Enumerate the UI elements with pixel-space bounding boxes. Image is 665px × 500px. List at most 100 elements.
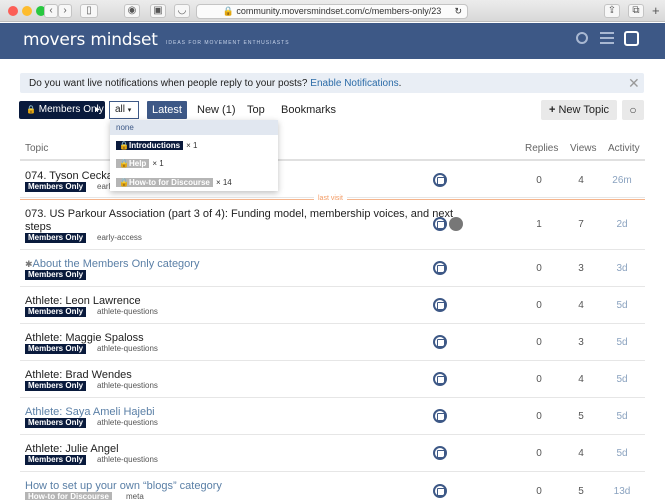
activity-time[interactable]: 5d [602,337,642,348]
topic-title[interactable]: Athlete: Saya Ameli Hajebi [25,406,155,418]
activity-time[interactable]: 26m [602,175,642,186]
poster-avatar[interactable] [433,372,447,386]
tab-new[interactable]: New (1) [197,104,236,116]
site-logo[interactable]: movers mindset [23,30,158,50]
column-topic[interactable]: Topic [25,143,48,154]
new-tab-icon[interactable]: + [652,3,660,18]
share-icon[interactable]: ⇪ [604,4,620,18]
reader-icon[interactable]: ◉ [124,4,140,18]
close-window-icon[interactable] [8,6,18,16]
lock-icon: 🔒 [119,159,129,168]
activity-time[interactable]: 5d [602,411,642,422]
activity-time[interactable]: 2d [602,219,642,230]
topic-tag[interactable]: athlete-questions [97,344,158,353]
category-badge[interactable]: Members Only [25,455,87,465]
views-count: 5 [578,411,584,422]
forward-icon[interactable]: › [58,4,72,18]
poster-avatar[interactable] [433,173,447,187]
tab-latest[interactable]: Latest [147,101,187,119]
table-row[interactable]: Athlete: Julie Angel Members Only athlet… [20,435,645,472]
table-row[interactable]: Athlete: Leon Lawrence Members Only athl… [20,287,645,324]
category-badge[interactable]: Members Only [25,344,87,354]
topic-tag[interactable]: athlete-questions [97,455,158,464]
topic-tag[interactable]: early-access [97,233,142,242]
search-icon[interactable] [576,32,588,44]
topic-title[interactable]: Athlete: Maggie Spaloss [25,332,144,344]
column-views[interactable]: Views [570,143,597,154]
subcategory-filter-dropdown[interactable]: all ▾ [109,101,139,119]
topic-title[interactable]: Athlete: Leon Lawrence [25,295,141,307]
pocket-icon[interactable]: ◡ [174,4,190,18]
table-row[interactable]: Athlete: Brad Wendes Members Only athlet… [20,361,645,398]
replies-count: 0 [536,448,542,459]
lock-icon: 🔒 [119,178,129,187]
category-badge[interactable]: Members Only [25,418,87,428]
topic-title[interactable]: ✱About the Members Only category [25,258,199,270]
poster-avatar[interactable] [433,335,447,349]
sidebar-icon[interactable]: ▯ [80,4,98,18]
caret-down-icon: ▾ [127,107,132,114]
category-badge[interactable]: Members Only [25,307,87,317]
views-count: 7 [578,219,584,230]
table-row[interactable]: 073. US Parkour Association (part 3 of 4… [20,200,645,250]
poster-avatar[interactable] [433,409,447,423]
column-replies[interactable]: Replies [525,143,558,154]
poster-avatar[interactable] [433,446,447,460]
tab-bookmarks[interactable]: Bookmarks [281,104,336,116]
poster-avatar[interactable] [433,261,447,275]
dropdown-option-none[interactable]: none [110,120,278,135]
back-icon[interactable]: ‹ [44,4,58,18]
hamburger-menu-icon[interactable] [600,32,614,44]
reload-icon[interactable]: ↻ [454,5,462,18]
topic-title[interactable]: How to set up your own “blogs” category [25,480,222,492]
category-badge[interactable]: Members Only [25,182,87,192]
topic-tag[interactable]: athlete-questions [97,381,158,390]
topic-title-line2[interactable]: steps [25,221,51,233]
topic-title[interactable]: Athlete: Brad Wendes [25,369,132,381]
address-bar[interactable]: 🔒 community.moversmindset.com/c/members-… [196,4,468,19]
category-badge[interactable]: Members Only [25,233,87,243]
table-row[interactable]: ✱About the Members Only category Members… [20,250,645,287]
tab-top[interactable]: Top [247,104,265,116]
notice-tail: . [398,78,402,89]
activity-time[interactable]: 5d [602,374,642,385]
dropdown-option[interactable]: 🔒Introductions × 1 [116,139,197,151]
poster-avatar[interactable] [433,298,447,312]
activity-time[interactable]: 13d [602,486,642,497]
topic-tag[interactable]: athlete-questions [97,307,158,316]
category-badge[interactable]: Members Only [25,270,87,280]
table-row[interactable]: How to set up your own “blogs” category … [20,472,645,500]
category-badge[interactable]: Members Only [25,381,87,391]
topic-title[interactable]: 073. US Parkour Association (part 3 of 4… [25,208,453,220]
new-topic-button[interactable]: + New Topic [541,100,617,120]
url-text: community.moversmindset.com/c/members-on… [236,6,442,16]
table-row[interactable]: Athlete: Maggie Spaloss Members Only ath… [20,324,645,361]
table-row[interactable]: Athlete: Saya Ameli Hajebi Members Only … [20,398,645,435]
poster-avatar[interactable] [433,484,447,498]
column-activity[interactable]: Activity [608,143,640,154]
views-count: 3 [578,337,584,348]
activity-time[interactable]: 5d [602,448,642,459]
activity-time[interactable]: 3d [602,263,642,274]
replies-count: 0 [536,263,542,274]
category-badge[interactable]: How-to for Discourse [25,492,112,500]
user-avatar-icon[interactable] [624,31,639,46]
category-dropdown[interactable]: 🔒 Members Only ▸ [19,101,105,119]
dropdown-option[interactable]: 🔒Help × 1 [116,157,164,169]
share-sheet-icon[interactable]: ▣ [150,4,166,18]
topic-tag[interactable]: meta [126,492,144,500]
participant-avatar[interactable] [449,217,463,231]
views-count: 5 [578,486,584,497]
enable-notifications-link[interactable]: Enable Notifications [310,78,398,89]
filter-label: all [115,104,126,115]
topic-title[interactable]: Athlete: Julie Angel [25,443,119,455]
minimize-window-icon[interactable] [22,6,32,16]
notification-level-button[interactable]: ○ [622,100,644,120]
poster-avatar[interactable] [433,217,447,231]
activity-time[interactable]: 5d [602,300,642,311]
views-count: 4 [578,300,584,311]
tabs-icon[interactable]: ⧉ [628,4,644,18]
dropdown-option[interactable]: 🔒How-to for Discourse × 14 [116,176,232,188]
close-banner-icon[interactable]: ✕ [628,76,640,90]
topic-tag[interactable]: athlete-questions [97,418,158,427]
